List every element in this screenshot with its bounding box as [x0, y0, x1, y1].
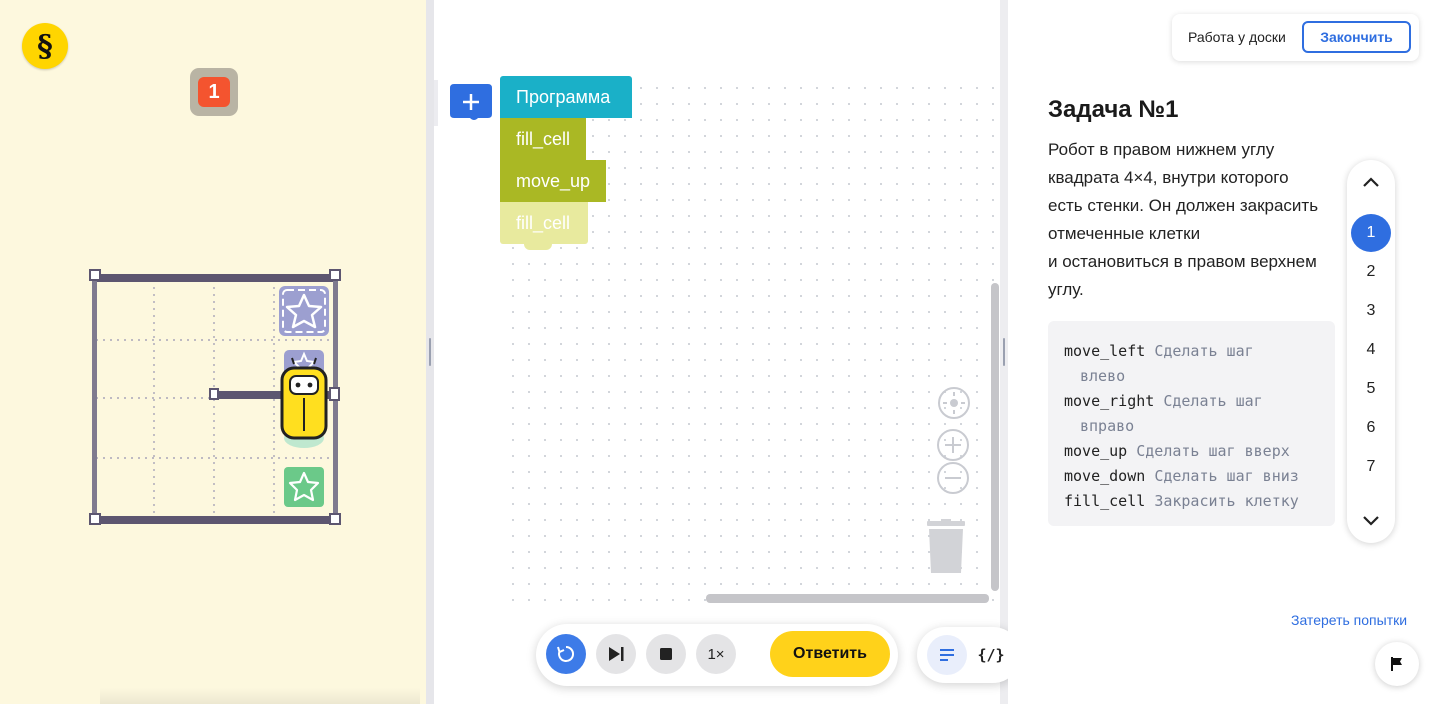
finish-button[interactable]: Закончить [1302, 21, 1411, 53]
command-name: move_left [1064, 342, 1146, 360]
attempt-counter: 1 [190, 68, 238, 116]
command-desc: Сделать шаг [1154, 342, 1254, 360]
star-target [279, 286, 329, 336]
zoom-in-icon[interactable] [937, 429, 969, 461]
command-desc: Закрасить клетку [1154, 492, 1299, 510]
command-name: fill_cell [1064, 492, 1146, 510]
view-toggle: {/} [917, 627, 1021, 683]
command-row: move_left Сделать шаг [1064, 339, 1319, 364]
reset-icon [557, 645, 575, 662]
commands-reference: move_left Сделать шаг влево move_right С… [1048, 321, 1335, 526]
command-desc: Сделать шаг [1163, 392, 1263, 410]
command-name: move_down [1064, 467, 1146, 485]
game-field [89, 269, 341, 525]
task-description: Робот в правом нижнем углу квадрата 4×4,… [1048, 136, 1340, 304]
panel-shadow [100, 688, 420, 704]
command-block-label: move_up [516, 170, 591, 191]
command-block-move-up[interactable]: move_up [500, 160, 606, 208]
robot-icon [280, 350, 328, 448]
answer-button[interactable]: Ответить [770, 631, 890, 677]
logo-icon[interactable]: § [22, 23, 68, 69]
attempt-count: 1 [198, 77, 230, 107]
command-block-label: fill_cell [516, 128, 571, 149]
trash-icon[interactable] [925, 519, 967, 575]
task-title: Задача №1 [1048, 96, 1179, 123]
board-header: Работа у доски Закончить [1172, 14, 1419, 61]
step-button[interactable] [596, 634, 636, 674]
command-desc-cont: влево [1080, 367, 1126, 385]
task-line: углу. [1048, 280, 1084, 299]
command-row: fill_cell Закрасить клетку [1064, 489, 1319, 514]
task-nav-item[interactable]: 7 [1351, 448, 1391, 486]
blocks-view-button[interactable] [927, 635, 967, 675]
horizontal-scrollbar[interactable] [706, 594, 989, 603]
star-target-filled [284, 467, 324, 507]
command-row: move_right Сделать шаг [1064, 389, 1319, 414]
command-desc: Сделать шаг вверх [1136, 442, 1290, 460]
task-nav-item[interactable]: 5 [1351, 370, 1391, 408]
command-block-fill-cell[interactable]: fill_cell [500, 118, 586, 166]
task-nav-item[interactable]: 1 [1351, 214, 1391, 252]
block-notch [524, 244, 552, 250]
toolbox-strip [434, 80, 438, 126]
run-controls: 1× Ответить [536, 624, 898, 686]
command-row: move_down Сделать шаг вниз [1064, 464, 1319, 489]
resize-handle[interactable] [429, 338, 431, 366]
stop-button[interactable] [646, 634, 686, 674]
stop-icon [660, 648, 672, 660]
command-desc: Сделать шаг вниз [1154, 467, 1299, 485]
task-nav-item[interactable]: 2 [1351, 253, 1391, 291]
command-block-label: fill_cell [516, 212, 571, 233]
board-label: Работа у доски [1188, 29, 1286, 45]
zoom-out-icon[interactable] [937, 462, 969, 494]
flag-button[interactable] [1375, 642, 1419, 686]
reset-button[interactable] [546, 634, 586, 674]
program-block-label: Программа [516, 86, 611, 107]
command-block-fill-cell-ghost[interactable]: fill_cell [500, 202, 588, 250]
resize-handle[interactable] [1003, 338, 1005, 366]
speed-button[interactable]: 1× [696, 634, 736, 674]
task-line: есть стенки. Он должен закрасить [1048, 196, 1319, 215]
command-row: move_up Сделать шаг вверх [1064, 439, 1319, 464]
task-line: квадрата 4×4, внутри которого [1048, 168, 1289, 187]
program-block[interactable]: Программа [500, 76, 632, 124]
task-nav-item[interactable]: 6 [1351, 409, 1391, 447]
step-forward-icon [609, 647, 624, 661]
code-view-button[interactable]: {/} [971, 635, 1011, 675]
command-desc-cont: вправо [1080, 417, 1135, 435]
command-name: move_up [1064, 442, 1128, 460]
center-icon[interactable] [938, 387, 970, 419]
task-navigation: 1 2 3 4 5 6 7 [1347, 160, 1395, 543]
task-line: отмеченные клетки [1048, 224, 1201, 243]
add-block-button[interactable] [450, 84, 492, 122]
vertical-scrollbar[interactable] [991, 283, 999, 591]
command-name: move_right [1064, 392, 1155, 410]
chevron-up-icon[interactable] [1359, 170, 1383, 194]
chevron-down-icon[interactable] [1359, 508, 1383, 532]
task-line: и остановиться в правом верхнем [1048, 252, 1317, 271]
reset-attempts-link[interactable]: Затереть попытки [1291, 612, 1407, 628]
task-nav-item[interactable]: 3 [1351, 292, 1391, 330]
flag-icon [1391, 657, 1402, 671]
lines-icon [940, 649, 954, 661]
task-nav-item[interactable]: 4 [1351, 331, 1391, 369]
task-line: Робот в правом нижнем углу [1048, 140, 1275, 159]
